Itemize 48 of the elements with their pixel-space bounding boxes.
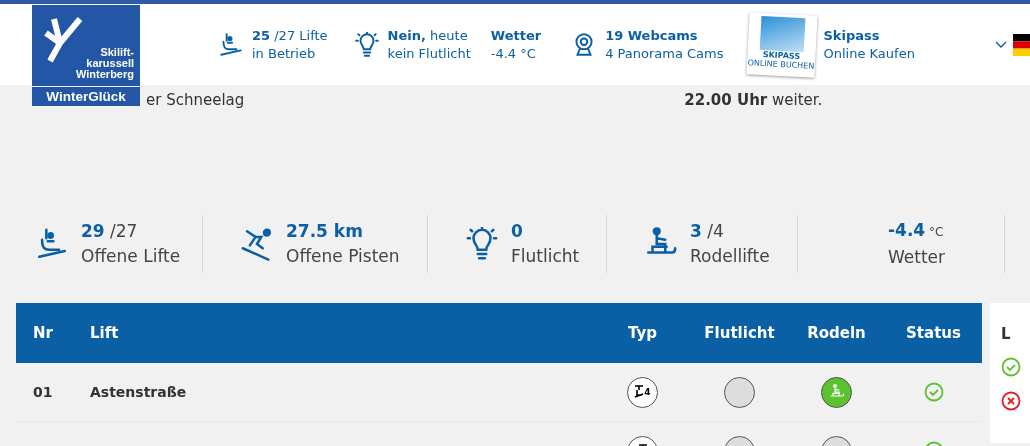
lightbulb-icon xyxy=(465,227,499,261)
skier-icon xyxy=(240,227,274,261)
header-info-title[interactable]: Nein, heute xyxy=(387,26,471,45)
column-header: Flutlicht xyxy=(704,324,775,342)
chairlift-icon xyxy=(218,31,244,58)
logo-text: Skilift- xyxy=(100,47,134,58)
intro-text: 22.00 Uhr weiter. xyxy=(684,91,823,109)
lift-name: Astenstraße xyxy=(89,384,188,400)
legend-title: L xyxy=(1001,325,1012,343)
stat-value: 27.5 km xyxy=(286,220,364,243)
stat-label: Offene Lifte xyxy=(81,245,181,268)
stat-label: Rodellifte xyxy=(690,245,770,268)
stat-value: -4.4 °C xyxy=(888,219,945,242)
stat-value: 29 /27 xyxy=(81,220,139,243)
header-info-subtitle[interactable]: 4 Panorama Cams xyxy=(605,44,724,63)
header-info-title[interactable]: Wetter xyxy=(490,26,542,45)
lift-number: 01 xyxy=(32,384,54,400)
intro-text: er Schneelag xyxy=(146,91,245,109)
header-info-subtitle[interactable]: in Betrieb xyxy=(252,44,328,63)
lift-type-badge: 4 xyxy=(627,376,658,408)
column-header: Nr xyxy=(32,324,53,342)
column-header: Rodeln xyxy=(807,324,866,342)
logo-text: Winterberg xyxy=(76,69,134,80)
stat-value: 0 xyxy=(511,220,524,243)
german-flag-icon[interactable] xyxy=(1013,33,1030,56)
chairlift-icon xyxy=(35,227,69,261)
header-info-subtitle[interactable]: -4.4 °C xyxy=(490,44,542,63)
skipass-card-image[interactable]: SKIPASS ONLINE BUCHEN xyxy=(745,11,818,78)
chevron-down-icon[interactable] xyxy=(995,40,1007,49)
stat-label: Flutlicht xyxy=(511,245,580,268)
ski-resort-logo[interactable]: Skilift- karussell Winterberg xyxy=(32,5,140,86)
lightbulb-icon xyxy=(353,31,380,58)
header-info-subtitle[interactable]: Online Kaufen xyxy=(823,44,915,63)
header-info-title[interactable]: 25 /27 Lifte xyxy=(252,26,328,45)
header-info-subtitle[interactable]: kein Flutlicht xyxy=(387,44,471,63)
stat-label: Offene Pisten xyxy=(286,245,400,268)
stat-label: Wetter xyxy=(888,246,946,269)
stat-value: 3 /4 xyxy=(690,220,725,243)
column-header: Typ xyxy=(628,324,657,342)
header-info-title[interactable]: 19 Webcams xyxy=(605,26,724,45)
logo-text: karussell xyxy=(86,58,134,69)
check-circle-icon xyxy=(1001,357,1021,377)
header-info-title[interactable]: Skipass xyxy=(823,26,915,45)
column-header: Lift xyxy=(89,324,119,342)
column-header: Status xyxy=(906,324,961,342)
cross-circle-icon xyxy=(1001,391,1021,411)
logo-tagline: WinterGlück xyxy=(32,87,140,106)
sled-rider-icon xyxy=(828,384,845,400)
